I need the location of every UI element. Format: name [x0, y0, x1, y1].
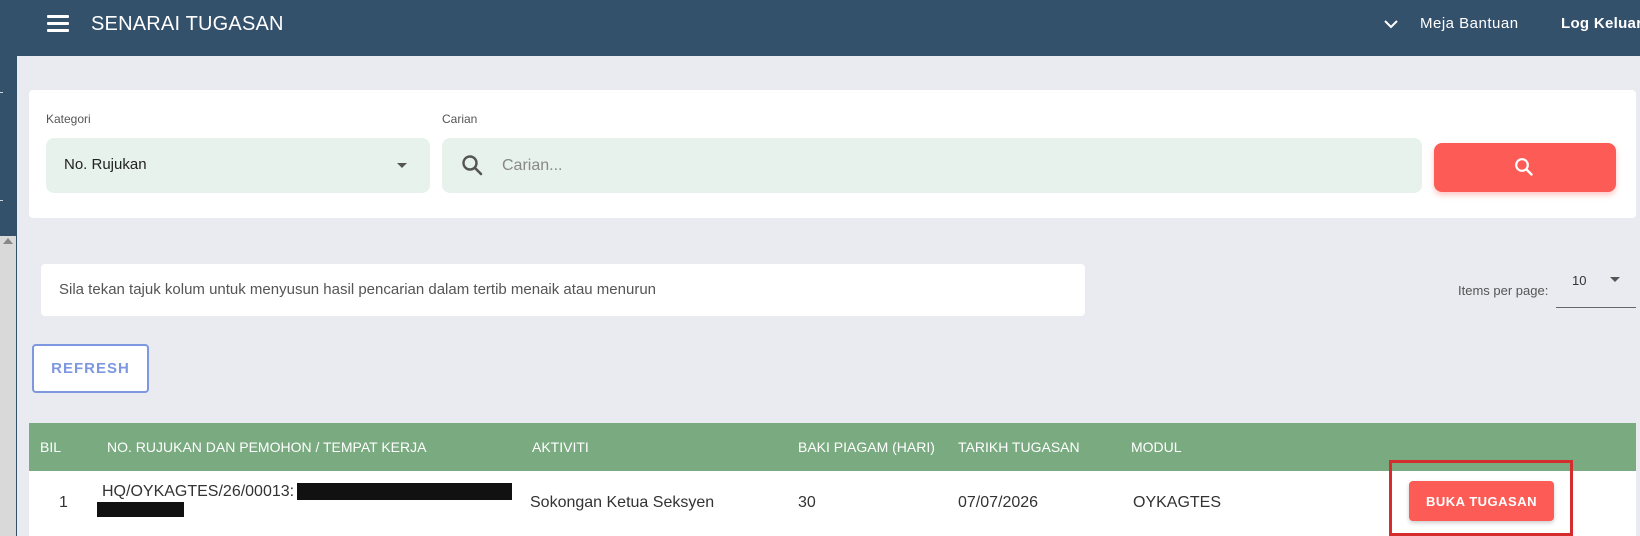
column-header-bil[interactable]: BIL — [40, 439, 61, 455]
search-label: Carian — [442, 112, 478, 126]
column-header-reference[interactable]: NO. RUJUKAN DAN PEMOHON / TEMPAT KERJA — [107, 439, 426, 455]
row-charter-balance: 30 — [798, 494, 816, 511]
menu-icon[interactable] — [47, 15, 69, 33]
sidebar-marker — [0, 200, 3, 201]
column-header-module[interactable]: MODUL — [1131, 439, 1182, 455]
items-per-page-value: 10 — [1572, 273, 1587, 288]
dropdown-caret-icon — [397, 163, 407, 168]
category-value: No. Rujukan — [64, 156, 147, 173]
search-field — [442, 138, 1422, 193]
category-select[interactable]: No. Rujukan — [46, 138, 430, 193]
row-activity: Sokongan Ketua Seksyen — [530, 494, 715, 511]
column-header-charter-balance[interactable]: BAKI PIAGAM (HARI) — [798, 439, 935, 455]
logout-link[interactable]: Log Keluar — [1561, 15, 1640, 32]
sidebar-marker — [0, 92, 3, 93]
row-bil: 1 — [59, 494, 68, 511]
row-reference: HQ/OYKAGTES/26/00013: — [102, 483, 295, 500]
category-label: Kategori — [46, 112, 91, 126]
row-module: OYKAGTES — [1133, 494, 1222, 511]
search-button[interactable] — [1434, 143, 1616, 192]
search-icon — [1515, 158, 1533, 176]
redacted-applicant-name — [97, 502, 184, 517]
page-title: SENARAI TUGASAN — [91, 13, 284, 35]
filter-card: Kategori No. Rujukan Carian — [29, 90, 1636, 218]
row-task-date: 07/07/2026 — [958, 494, 1039, 511]
redacted-applicant-name — [297, 483, 512, 500]
search-icon — [462, 155, 483, 176]
items-per-page-select[interactable]: 10 — [1556, 266, 1636, 308]
top-bar: SENARAI TUGASAN Meja Bantuan Log Keluar — [17, 0, 1640, 56]
chevron-down-icon[interactable] — [1382, 15, 1400, 33]
refresh-button[interactable]: REFRESH — [32, 344, 149, 393]
scrollbar[interactable] — [0, 236, 16, 536]
column-header-task-date[interactable]: TARIKH TUGASAN — [958, 439, 1080, 455]
column-header-activity[interactable]: AKTIVITI — [532, 439, 589, 455]
items-per-page-label: Items per page: — [1458, 283, 1549, 298]
search-input[interactable] — [502, 138, 1402, 193]
sort-hint-box: Sila tekan tajuk kolum untuk menyusun ha… — [41, 264, 1085, 316]
help-desk-link[interactable]: Meja Bantuan — [1420, 15, 1519, 32]
sort-hint-text: Sila tekan tajuk kolum untuk menyusun ha… — [59, 281, 656, 298]
scroll-up-icon[interactable] — [3, 238, 13, 244]
highlight-annotation — [1389, 460, 1573, 536]
dropdown-caret-icon — [1610, 277, 1620, 282]
